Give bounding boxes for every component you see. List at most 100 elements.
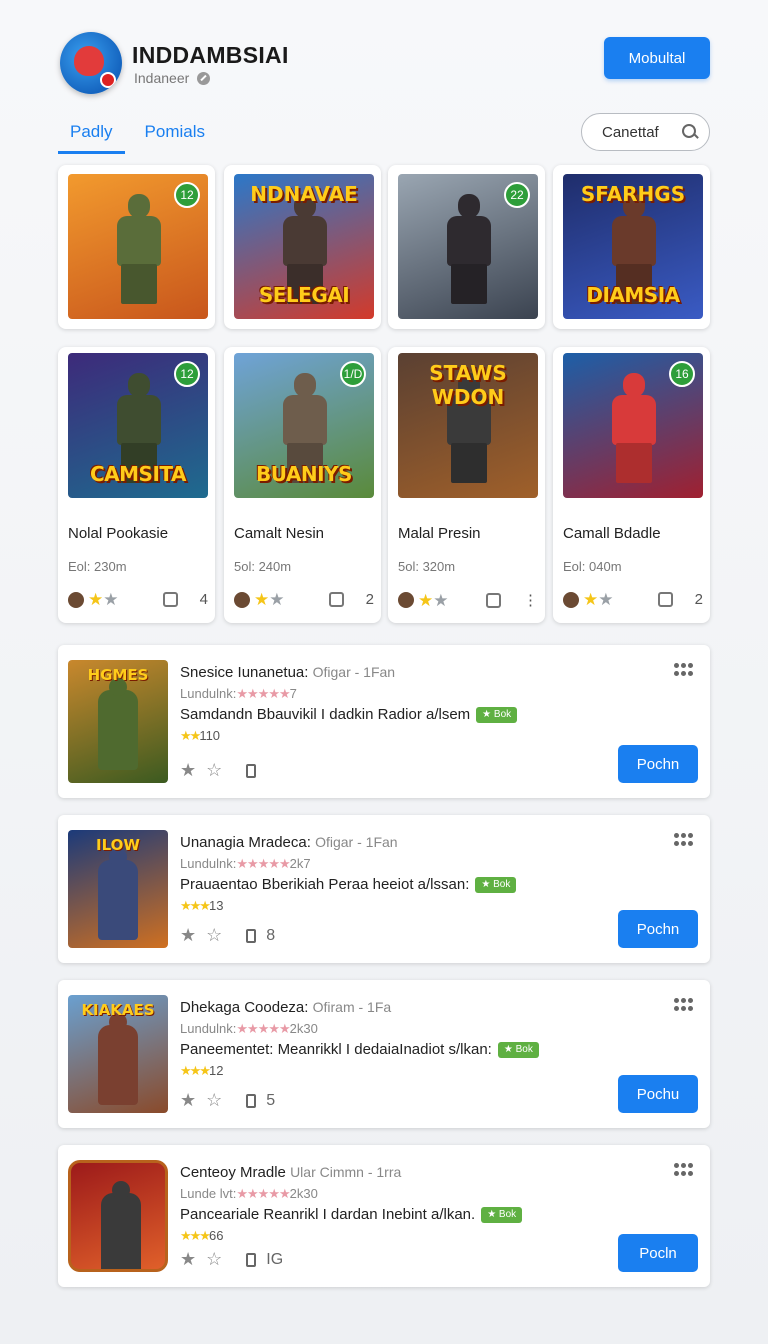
install-button[interactable]: Pocln: [618, 1234, 698, 1272]
star-empty-icon[interactable]: ★: [433, 592, 448, 609]
clipboard-icon[interactable]: [246, 1252, 257, 1267]
star-empty-icon[interactable]: ★: [269, 591, 284, 608]
game-size: 5ol: 240m: [234, 559, 292, 574]
thumbnail-logo: KIAKAES: [81, 1001, 155, 1019]
rating-label: Lundulnk:: [180, 686, 237, 701]
clipboard-icon[interactable]: [246, 928, 257, 943]
age-badge: 12: [174, 182, 200, 208]
game-thumbnail[interactable]: HGMES: [68, 660, 168, 783]
search-button[interactable]: Canettaf: [581, 113, 710, 151]
score-value: 66: [208, 1228, 224, 1243]
artwork-logo-top: STAWS WDON: [429, 361, 507, 409]
rating-label: Lunde lvt:: [180, 1186, 237, 1201]
clipboard-icon[interactable]: [246, 1093, 257, 1108]
publisher: Ofiram - 1Fa: [312, 999, 392, 1015]
app-subtitle: Indaneer: [134, 70, 211, 86]
character-figure: [101, 1181, 141, 1269]
list-item: ILOW Unanagia Mradeca: Ofigar - 1Fan Lundu…: [58, 815, 710, 963]
bookmark-icon[interactable]: [486, 592, 501, 608]
game-artwork: STAWS WDON: [398, 353, 538, 498]
row-actions: ★ ☆: [180, 760, 257, 781]
thumbnail-logo: ILOW: [96, 836, 140, 854]
primary-action-button[interactable]: Mobultal: [604, 37, 710, 79]
game-size: Eol: 040m: [563, 559, 622, 574]
game-thumbnail[interactable]: KIAKAES: [68, 995, 168, 1113]
game-card[interactable]: SFARHGS DIAMSIA: [553, 165, 710, 329]
row-actions: ★ ☆ IG: [180, 1249, 283, 1270]
rating-line: Lundulnk:★★★★★7: [180, 686, 297, 702]
rating-count: 2k30: [289, 1186, 318, 1201]
rate-icon[interactable]: ☆: [206, 760, 222, 781]
game-artwork: NDNAVAE SELEGAI: [234, 174, 374, 319]
thumbnail-logo: HGMES: [87, 666, 149, 684]
more-options-icon[interactable]: [674, 833, 694, 847]
score-stars: ★★★: [180, 898, 211, 913]
game-thumbnail[interactable]: [68, 1160, 168, 1272]
book-tag: ★ Bok: [476, 706, 518, 723]
game-title: Nolal Pookasie: [68, 525, 169, 542]
action-count: 8: [266, 926, 276, 944]
game-card[interactable]: CAMSITA 12 Nolal Pookasie Eol: 230m ★ ★ 4: [58, 347, 215, 623]
bookmark-icon[interactable]: [162, 592, 178, 607]
character-figure: [98, 1013, 138, 1105]
action-count: 5: [266, 1091, 276, 1109]
more-options-icon[interactable]: [674, 1163, 694, 1177]
card-count: 4: [199, 591, 208, 608]
rating-line: Lunde lvt:★★★★★2k30: [180, 1186, 318, 1202]
game-card[interactable]: 22: [388, 165, 545, 329]
rate-icon[interactable]: ☆: [206, 1090, 222, 1111]
game-thumbnail[interactable]: ILOW: [68, 830, 168, 948]
star-empty-icon[interactable]: ★: [103, 591, 118, 608]
clipboard-icon[interactable]: [246, 763, 257, 778]
score-line: ★★★66: [180, 1228, 223, 1244]
app-header: INDDAMBSIAI Indaneer Mobultal: [58, 30, 710, 100]
tab-pomials[interactable]: Pomials: [133, 118, 217, 154]
character-figure: [98, 678, 138, 770]
star-empty-icon[interactable]: ★: [598, 591, 613, 608]
install-button[interactable]: Pochu: [618, 1075, 698, 1113]
rating-label: Lundulnk:: [180, 1021, 237, 1036]
tab-padly[interactable]: Padly: [58, 118, 125, 154]
character-figure: [443, 194, 493, 304]
description-text: Samdandn Bbauvikil I dadkin Radior a/lse…: [180, 706, 471, 723]
rating-line: Lundulnk:★★★★★2k7: [180, 856, 311, 872]
more-options-icon[interactable]: [674, 998, 694, 1012]
artwork-logo-top: NDNAVAE: [250, 182, 358, 206]
install-button[interactable]: Pochn: [618, 745, 698, 783]
favorite-icon[interactable]: ★: [180, 1090, 196, 1111]
game-artwork: 22: [398, 174, 538, 319]
rate-icon[interactable]: ☆: [206, 1249, 222, 1270]
game-size: 5ol: 320m: [398, 559, 456, 574]
list-item-title: Snesice Iunanetua: Ofigar - 1Fan: [180, 664, 395, 681]
score-value: 13: [208, 898, 224, 913]
description-text: Panceariale Reanrikl I dardan Inebint a/…: [180, 1206, 476, 1223]
game-card[interactable]: STAWS WDON Malal Presin 5ol: 320m ★ ★ ⋮: [388, 347, 545, 623]
bookmark-icon[interactable]: [657, 592, 673, 607]
card-count: 2: [694, 591, 703, 608]
description-text: Prauaentao Bberikiah Peraa heeiot a/lssa…: [180, 876, 470, 893]
list-item: Centeoy Mradle Ular Cimmn - 1rra Lunde lv…: [58, 1145, 710, 1287]
game-name: Snesice Iunanetua:: [180, 664, 309, 681]
bookmark-icon[interactable]: [328, 592, 344, 607]
game-card[interactable]: 16 Camall Bdadle Eol: 040m ★ ★ 2: [553, 347, 710, 623]
more-options-icon[interactable]: [674, 663, 694, 677]
install-button[interactable]: Pochn: [618, 910, 698, 948]
game-name: Dhekaga Coodeza:: [180, 999, 309, 1016]
game-card[interactable]: NDNAVAE SELEGAI: [224, 165, 381, 329]
score-stars: ★★: [180, 728, 201, 743]
app-title: INDDAMBSIAI: [132, 42, 289, 68]
card-footer: ★ ★ 2: [234, 591, 374, 608]
rating-stars: ★★★★★: [236, 1021, 290, 1036]
favorite-icon[interactable]: ★: [180, 1249, 196, 1270]
game-artwork: SFARHGS DIAMSIA: [563, 174, 703, 319]
age-badge: 12: [174, 361, 200, 387]
favorite-icon[interactable]: ★: [180, 925, 196, 946]
favorite-icon[interactable]: ★: [180, 760, 196, 781]
game-card[interactable]: BUANIYS 1/D Camalt Nesin 5ol: 240m ★ ★ 2: [224, 347, 381, 623]
game-card[interactable]: 12: [58, 165, 215, 329]
developer-avatar: [563, 591, 579, 608]
character-figure: [608, 373, 658, 483]
rate-icon[interactable]: ☆: [206, 925, 222, 946]
book-tag: ★ Bok: [497, 1041, 539, 1058]
score-value: 12: [208, 1063, 224, 1078]
